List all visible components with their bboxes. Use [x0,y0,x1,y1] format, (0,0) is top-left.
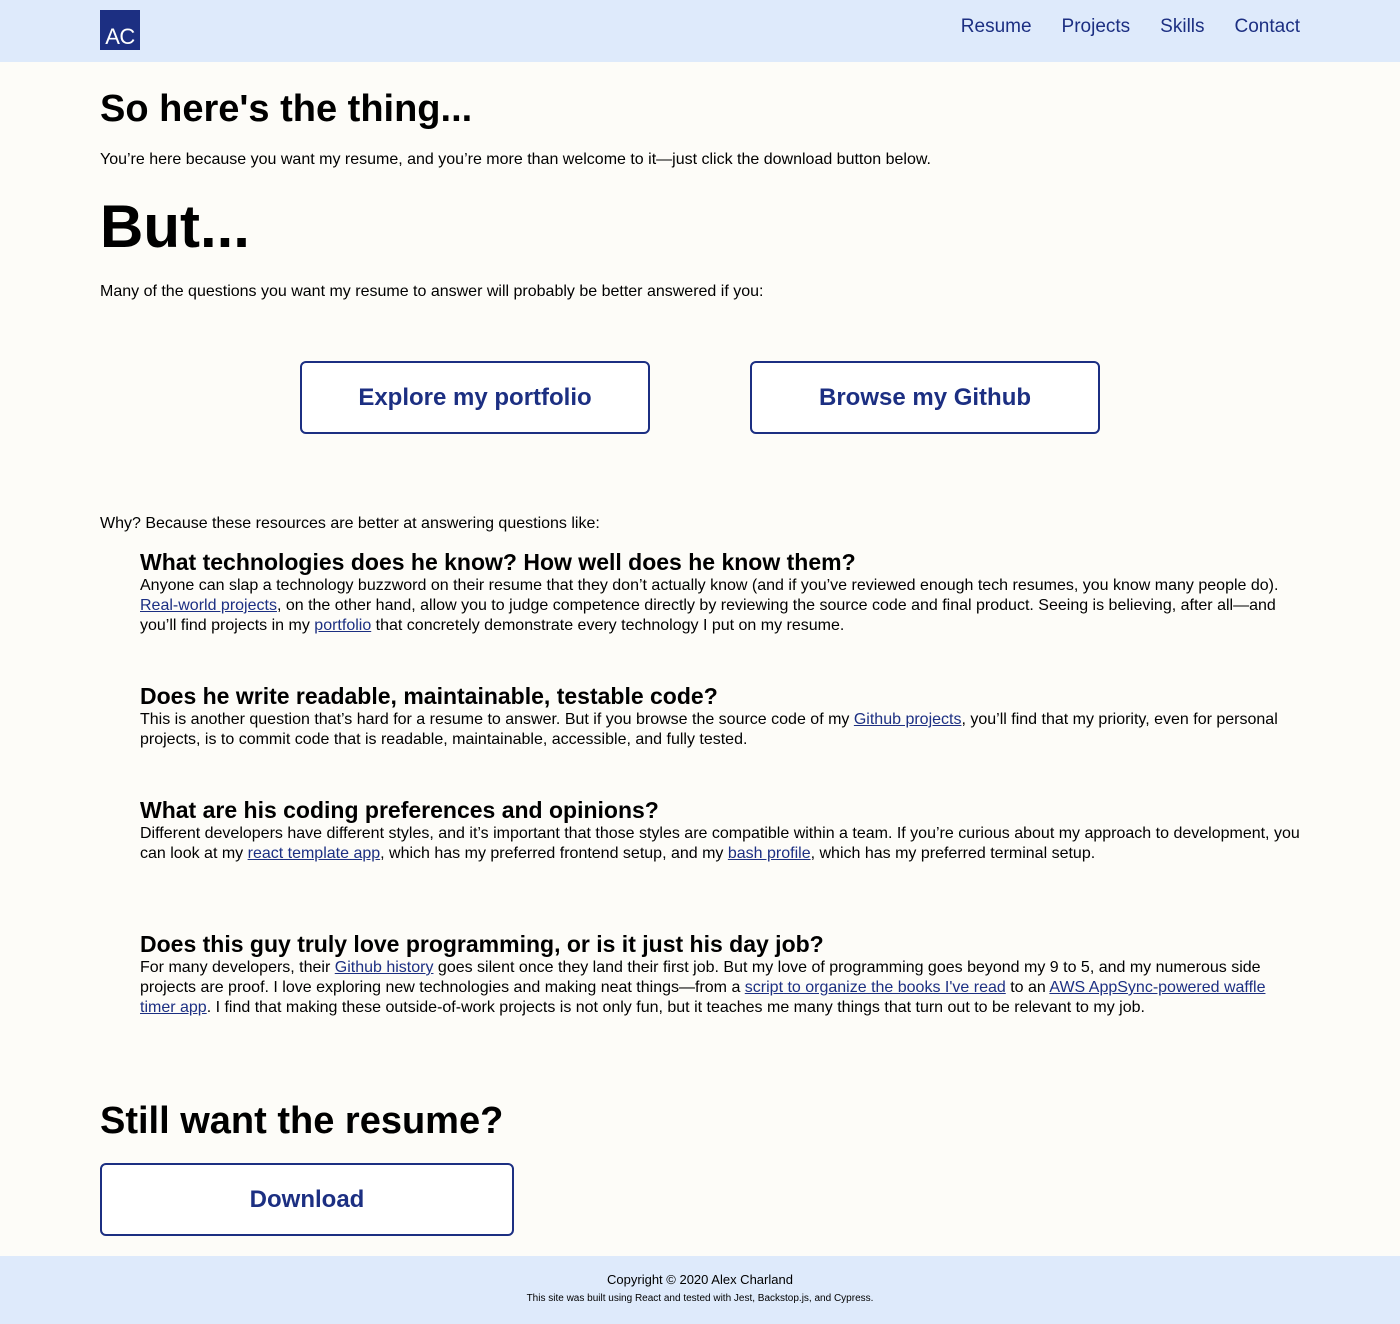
question-title: What technologies does he know? How well… [140,549,856,575]
download-button[interactable]: Download [100,1163,514,1236]
inline-link[interactable]: portfolio [314,617,371,634]
inline-link[interactable]: bash profile [728,845,811,862]
nav-link-contact[interactable]: Contact [1235,15,1300,39]
logo[interactable]: AC [100,10,140,50]
site-footer: Copyright © 2020 Alex Charland This site… [0,1256,1400,1324]
but-heading: But... [100,193,250,260]
site-header: AC Resume Projects Skills Contact [0,0,1400,62]
copyright-text: Copyright © 2020 Alex Charland [607,1272,793,1287]
question-title: What are his coding preferences and opin… [140,797,659,823]
question-answer: For many developers, their Github histor… [140,959,1266,1016]
question-technologies: What technologies does he know? How well… [140,548,1300,636]
question-answer: Different developers have different styl… [140,825,1300,862]
built-with-text: This site was built using React and test… [526,1293,874,1304]
main-nav: Resume Projects Skills Contact [961,15,1300,39]
nav-link-skills[interactable]: Skills [1160,15,1204,39]
inline-link[interactable]: react template app [248,845,381,862]
intro-heading: So here's the thing... [100,88,473,130]
question-love-programming: Does this guy truly love programming, or… [140,930,1300,1018]
inline-link[interactable]: Real-world projects [140,597,277,614]
inline-link[interactable]: Github projects [854,711,962,728]
question-preferences: What are his coding preferences and opin… [140,796,1300,864]
inline-link[interactable]: AWS AppSync-powered waffle timer app [140,979,1265,1016]
why-text: Why? Because these resources are better … [100,515,600,532]
nav-link-resume[interactable]: Resume [961,15,1032,39]
browse-github-button[interactable]: Browse my Github [750,361,1100,434]
explore-portfolio-button[interactable]: Explore my portfolio [300,361,650,434]
inline-link[interactable]: Github history [335,959,434,976]
question-answer: Anyone can slap a technology buzzword on… [140,577,1279,634]
nav-link-projects[interactable]: Projects [1062,15,1131,39]
question-answer: This is another question that’s hard for… [140,711,1278,748]
question-title: Does he write readable, maintainable, te… [140,683,718,709]
question-title: Does this guy truly love programming, or… [140,931,824,957]
intro-text: You’re here because you want my resume, … [100,151,931,168]
inline-link[interactable]: script to organize the books I've read [745,979,1006,996]
still-heading: Still want the resume? [100,1100,504,1142]
question-code-quality: Does he write readable, maintainable, te… [140,682,1300,750]
but-text: Many of the questions you want my resume… [100,283,764,300]
